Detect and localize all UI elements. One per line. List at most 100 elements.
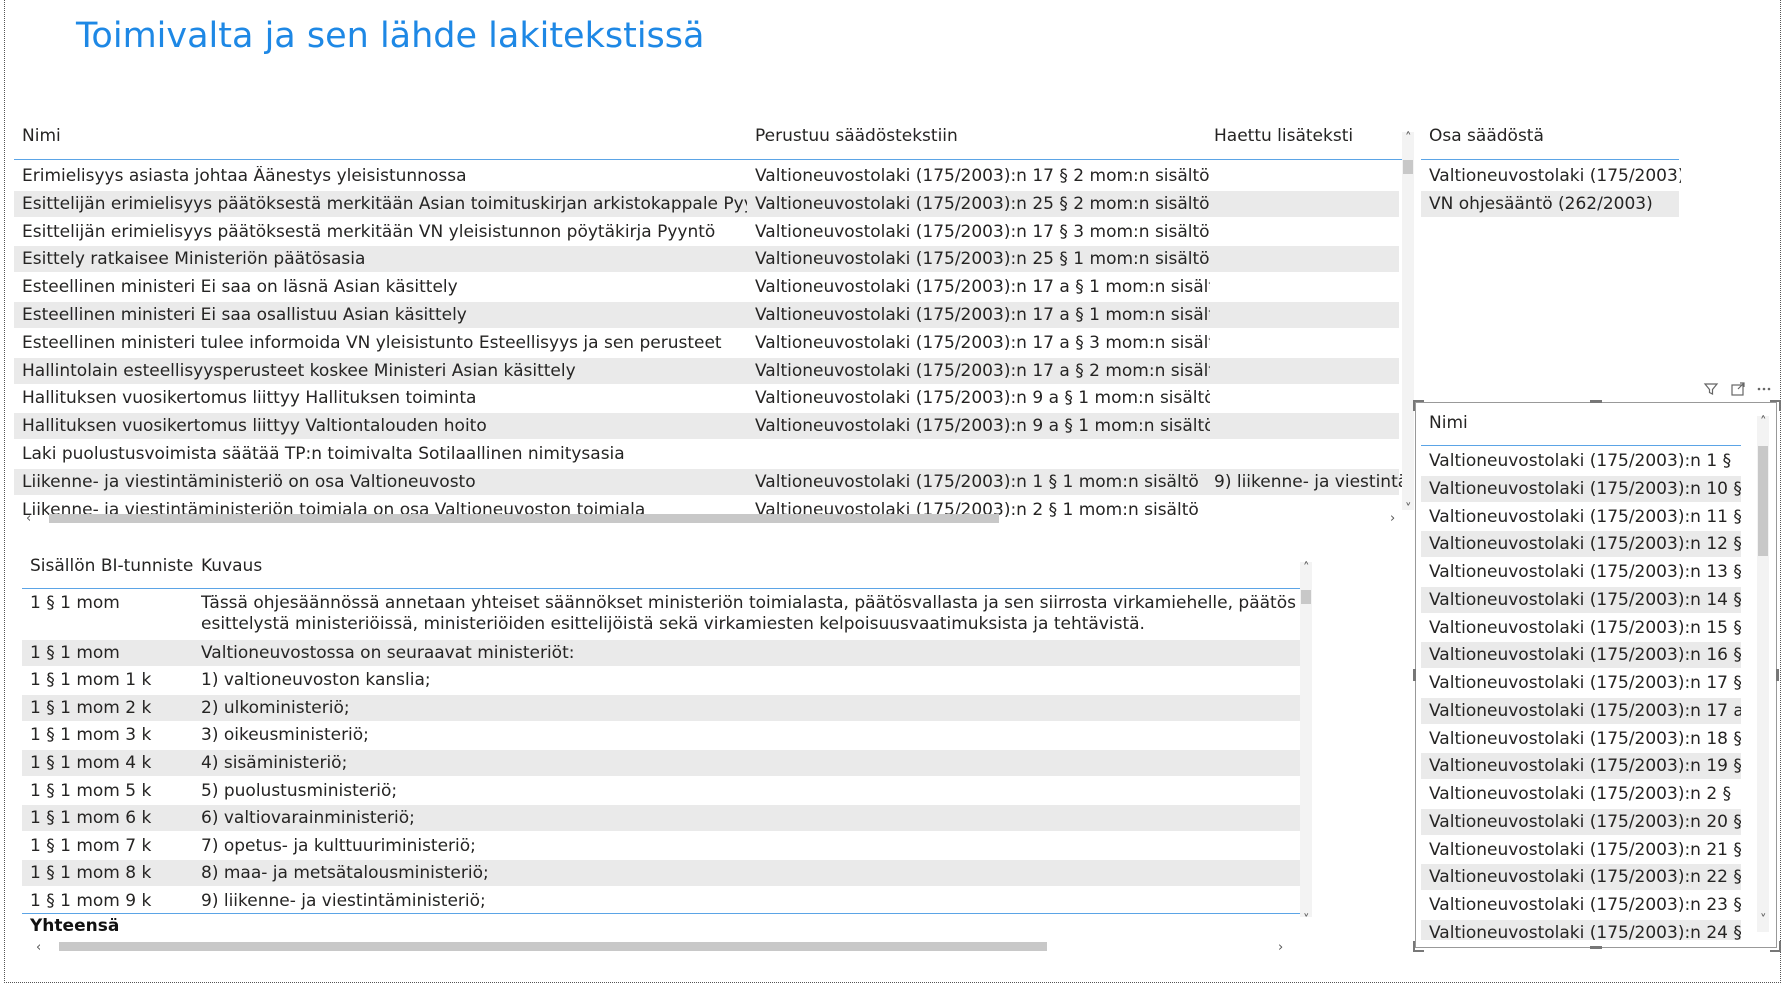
table-row[interactable]: Esittelijän erimielisyys päätöksestä mer…	[14, 190, 1399, 217]
table-row[interactable]: 1 § 1 mom 5 k 5) puolustusministeriö;	[22, 778, 1300, 804]
table-row[interactable]: 1 § 1 mom Valtioneuvostossa on seuraavat …	[22, 639, 1300, 666]
table-row[interactable]: Esittelijän erimielisyys päätöksestä mer…	[14, 219, 1399, 245]
table-row[interactable]: 1 § 1 mom 1 k 1) valtioneuvoston kanslia;	[22, 667, 1300, 693]
table-row[interactable]: Laki puolustusvoimista säätää TP:n toimi…	[14, 441, 1399, 467]
resize-handle[interactable]	[1590, 400, 1602, 403]
scroll-up-icon[interactable]: ˄	[1760, 416, 1767, 429]
column-header-nimi-list[interactable]: Nimi	[1429, 413, 1468, 433]
main-table[interactable]: Nimi Perustuu säädöstekstiin Haettu lisä…	[14, 108, 1414, 526]
resize-handle[interactable]	[1776, 669, 1779, 681]
cell-nimi-list: Valtioneuvostolaki (175/2003):n 16 §	[1429, 645, 1741, 666]
kuvaus-table[interactable]: Sisällön BI-tunniste Kuvaus 1 § 1 mom Täs…	[22, 552, 1322, 962]
list-item[interactable]: Valtioneuvostolaki (175/2003):n 19 §	[1421, 753, 1741, 780]
cell-perustuu: Valtioneuvostolaki (175/2003):n 17 a § 2…	[755, 360, 1210, 381]
table-row[interactable]: Hallituksen vuosikertomus liittyy Valtio…	[14, 413, 1399, 440]
main-table-vscroll-thumb[interactable]	[1403, 160, 1413, 174]
cell-kuvaus: 6) valtiovarainministeriö;	[201, 808, 415, 829]
table-row[interactable]: 1 § 1 mom 8 k 8) maa- ja metsätalousminis…	[22, 860, 1300, 887]
list-item[interactable]: Valtioneuvostolaki (175/2003):n 24 §	[1421, 919, 1741, 940]
table-row[interactable]: Hallituksen vuosikertomus liittyy Hallit…	[14, 385, 1399, 411]
scroll-right-icon[interactable]: ›	[1278, 941, 1283, 954]
column-header-haettu[interactable]: Haettu lisäteksti	[1214, 126, 1353, 146]
cell-kuvaus: 9) liikenne- ja viestintäministeriö;	[201, 891, 486, 911]
table-row[interactable]: Esteellinen ministeri Ei saa osallistuu …	[14, 302, 1399, 328]
resize-handle[interactable]	[1590, 946, 1602, 949]
cell-bi-tunniste: 1 § 1 mom 2 k	[30, 697, 152, 718]
cell-perustuu: Valtioneuvostolaki (175/2003):n 17 a § 3…	[755, 332, 1210, 353]
list-item[interactable]: Valtioneuvostolaki (175/2003):n 2 §	[1421, 781, 1741, 807]
table-row[interactable]: 1 § 1 mom 2 k 2) ulkoministeriö;	[22, 694, 1300, 721]
list-item[interactable]: Valtioneuvostolaki (175/2003):n 14 §	[1421, 586, 1741, 613]
table-row[interactable]: Esteellinen ministeri Ei saa on läsnä As…	[14, 274, 1399, 300]
list-item[interactable]: Valtioneuvostolaki (175/2003):n 20 §	[1421, 808, 1741, 835]
main-table-hscroll-thumb[interactable]	[49, 514, 999, 523]
column-header-kuvaus[interactable]: Kuvaus	[201, 556, 262, 576]
scroll-left-icon[interactable]: ‹	[36, 941, 41, 954]
table-row[interactable]: Erimielisyys asiasta johtaa Äänestys yle…	[14, 163, 1399, 189]
table-row[interactable]: Hallintolain esteellisyysperusteet koske…	[14, 357, 1399, 384]
list-item[interactable]: Valtioneuvostolaki (175/2003):n 23 §	[1421, 892, 1741, 918]
nimi-list-vscroll-thumb[interactable]	[1758, 446, 1768, 556]
scroll-right-icon[interactable]: ›	[1390, 512, 1395, 525]
focus-mode-icon[interactable]	[1730, 381, 1746, 397]
scroll-up-icon[interactable]: ˄	[1405, 132, 1412, 145]
list-item[interactable]: Valtioneuvostolaki (175/2003):n 12 §	[1421, 531, 1741, 558]
list-item[interactable]: Valtioneuvostolaki (175/2003):n 17 §	[1421, 670, 1741, 696]
column-header-bi-tunniste[interactable]: Sisällön BI-tunniste	[30, 556, 193, 576]
cell-perustuu: Valtioneuvostolaki (175/2003):n 17 § 2 m…	[755, 166, 1210, 186]
cell-kuvaus: 2) ulkoministeriö;	[201, 697, 350, 718]
cell-nimi: Hallituksen vuosikertomus liittyy Hallit…	[22, 388, 477, 409]
cell-nimi: Esittely ratkaisee Ministeriön päätösasi…	[22, 249, 366, 270]
table-row[interactable]: 1 § 1 mom 6 k 6) valtiovarainministeriö;	[22, 805, 1300, 832]
table-row[interactable]: 1 § 1 mom 9 k 9) liikenne- ja viestintämi…	[22, 888, 1300, 912]
resize-handle[interactable]	[1413, 669, 1416, 681]
table-row[interactable]: Liikenne- ja viestintäministeriö on osa …	[14, 468, 1404, 495]
list-item[interactable]: Valtioneuvostolaki (175/2003)	[1421, 163, 1681, 189]
column-header-osa-saadosta[interactable]: Osa säädöstä	[1429, 126, 1544, 146]
list-item[interactable]: Valtioneuvostolaki (175/2003):n 17 a §	[1421, 697, 1741, 724]
kuvaus-hscroll-thumb[interactable]	[59, 942, 1047, 951]
cell-nimi-list: Valtioneuvostolaki (175/2003):n 13 §	[1429, 562, 1741, 582]
list-item[interactable]: VN ohjesääntö (262/2003)	[1421, 191, 1679, 217]
osa-saadosta-table[interactable]: Osa säädöstä Valtioneuvostolaki (175/200…	[1421, 108, 1681, 228]
cell-nimi-list: Valtioneuvostolaki (175/2003):n 2 §	[1429, 784, 1732, 804]
list-item[interactable]: Valtioneuvostolaki (175/2003):n 11 §	[1421, 504, 1741, 530]
column-header-perustuu[interactable]: Perustuu säädöstekstiin	[755, 126, 958, 146]
list-item[interactable]: Valtioneuvostolaki (175/2003):n 16 §	[1421, 642, 1741, 669]
cell-nimi: Esittelijän erimielisyys päätöksestä mer…	[22, 193, 747, 214]
cell-nimi: Hallituksen vuosikertomus liittyy Valtio…	[22, 416, 487, 437]
table-row[interactable]: 1 § 1 mom 3 k 3) oikeusministeriö;	[22, 722, 1300, 748]
more-options-icon[interactable]	[1756, 381, 1772, 397]
list-item[interactable]: Valtioneuvostolaki (175/2003):n 21 §	[1421, 837, 1741, 863]
scroll-up-icon[interactable]: ˄	[1303, 562, 1310, 575]
scroll-left-icon[interactable]: ‹	[26, 512, 31, 525]
table-row[interactable]: Esittely ratkaisee Ministeriön päätösasi…	[14, 246, 1399, 273]
cell-kuvaus: 3) oikeusministeriö;	[201, 725, 369, 746]
cell-nimi: Liikenne- ja viestintäministeriö on osa …	[22, 471, 476, 492]
scroll-down-icon[interactable]: ˅	[1303, 914, 1310, 927]
filter-icon[interactable]	[1703, 381, 1719, 397]
scroll-down-icon[interactable]: ˅	[1760, 914, 1767, 927]
list-item[interactable]: Valtioneuvostolaki (175/2003):n 13 §	[1421, 559, 1741, 585]
table-row[interactable]: 1 § 1 mom Tässä ohjesäännössä annetaan yh…	[22, 590, 1300, 638]
list-item[interactable]: Valtioneuvostolaki (175/2003):n 22 §	[1421, 864, 1741, 891]
table-row[interactable]: 1 § 1 mom 4 k 4) sisäministeriö;	[22, 750, 1300, 776]
table-row[interactable]: 1 § 1 mom 7 k 7) opetus- ja kulttuurimini…	[22, 833, 1300, 859]
scroll-down-icon[interactable]: ˅	[1405, 503, 1412, 516]
column-header-nimi[interactable]: Nimi	[22, 126, 61, 146]
kuvaus-vscroll-thumb[interactable]	[1301, 590, 1311, 604]
list-item[interactable]: Valtioneuvostolaki (175/2003):n 1 §	[1421, 448, 1741, 474]
cell-bi-tunniste: 1 § 1 mom 3 k	[30, 725, 152, 746]
table-row[interactable]: Esteellinen ministeri tulee informoida V…	[14, 330, 1399, 356]
cell-kuvaus: 1) valtioneuvoston kanslia;	[201, 670, 431, 691]
kuvaus-vscrollbar[interactable]	[1300, 562, 1312, 917]
list-item[interactable]: Valtioneuvostolaki (175/2003):n 15 §	[1421, 615, 1741, 641]
list-item[interactable]: Valtioneuvostolaki (175/2003):n 18 §	[1421, 726, 1741, 752]
cell-kuvaus: Tässä ohjesäännössä annetaan yhteiset sä…	[201, 593, 1296, 613]
cell-bi-tunniste: 1 § 1 mom	[30, 593, 120, 613]
list-item[interactable]: Valtioneuvostolaki (175/2003):n 10 §	[1421, 475, 1741, 502]
main-table-vscrollbar[interactable]	[1402, 132, 1414, 510]
cell-bi-tunniste: 1 § 1 mom	[30, 642, 120, 663]
cell-nimi-list: Valtioneuvostolaki (175/2003):n 15 §	[1429, 617, 1741, 638]
nimi-list-table[interactable]: Nimi Valtioneuvostolaki (175/2003):n 1 §…	[1421, 404, 1773, 944]
